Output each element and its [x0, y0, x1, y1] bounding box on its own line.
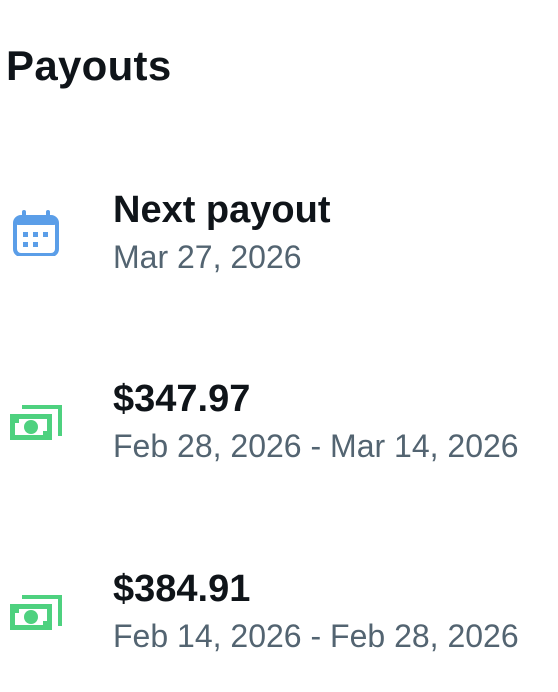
- next-payout-date: Mar 27, 2026: [113, 239, 302, 275]
- next-payout-label: Next payout: [113, 189, 331, 231]
- page-title: Payouts: [6, 42, 172, 89]
- payout-period: Feb 14, 2026 - Feb 28, 2026: [113, 618, 519, 654]
- payout-row[interactable]: $384.91 Feb 14, 2026 - Feb 28, 2026: [0, 566, 558, 666]
- payout-amount: $347.97: [113, 378, 251, 420]
- money-icon: [8, 400, 64, 446]
- payout-period: Feb 28, 2026 - Mar 14, 2026: [113, 428, 519, 464]
- next-payout-row: Next payout Mar 27, 2026: [0, 187, 558, 287]
- payout-row[interactable]: $347.97 Feb 28, 2026 - Mar 14, 2026: [0, 376, 558, 476]
- money-icon: [8, 590, 64, 636]
- payout-amount: $384.91: [113, 568, 251, 610]
- calendar-icon: [8, 210, 64, 256]
